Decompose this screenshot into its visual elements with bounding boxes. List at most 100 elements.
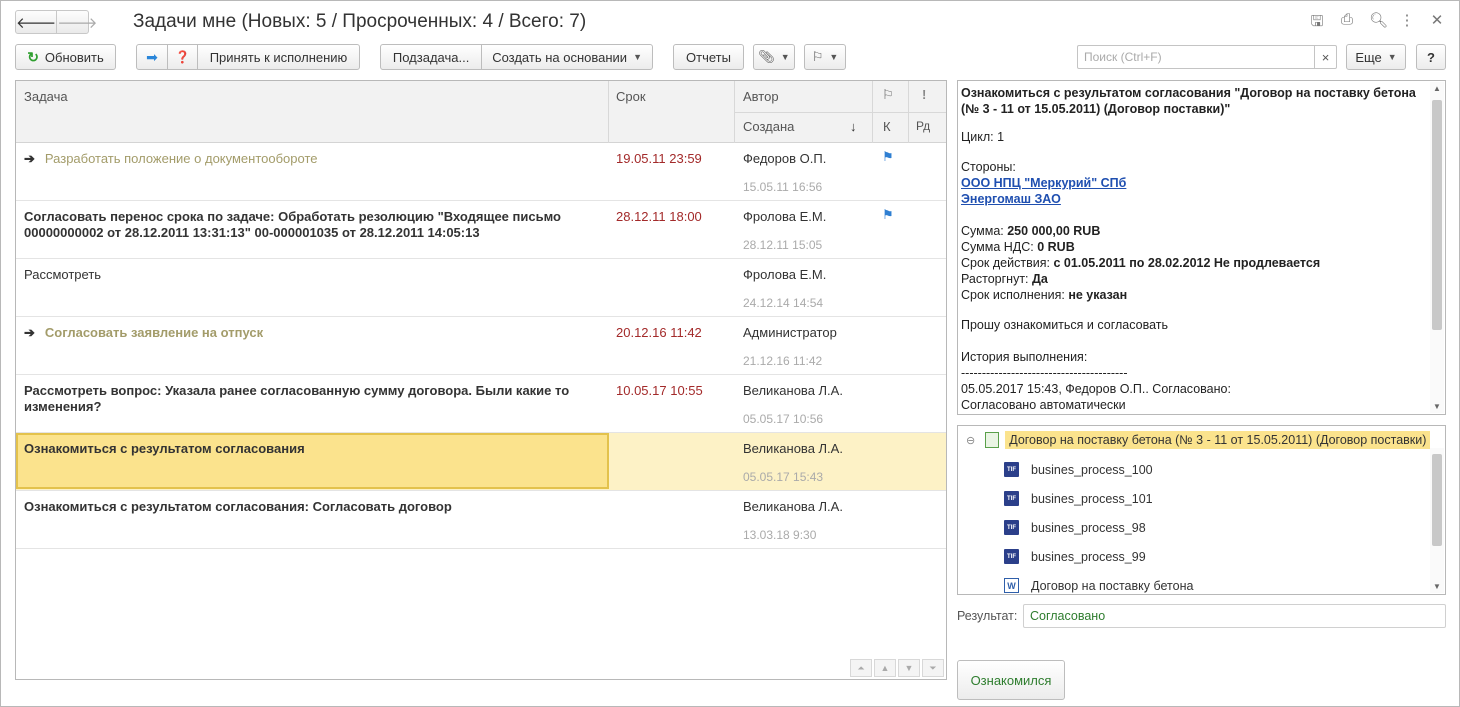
search-clear-button[interactable]: × bbox=[1314, 46, 1336, 68]
file-name: busines_process_101 bbox=[1031, 491, 1153, 506]
create-based-label: Создать на основании bbox=[492, 49, 628, 65]
created-cell: 28.12.11 15:05 bbox=[743, 238, 823, 252]
tif-file-icon: TIF bbox=[1004, 491, 1019, 506]
scrollbar-thumb[interactable] bbox=[1432, 100, 1442, 330]
due-cell: 20.12.16 11:42 bbox=[616, 325, 702, 340]
table-row[interactable]: ➔ Разработать положение о документооборот… bbox=[16, 143, 946, 201]
created-cell: 21.12.16 11:42 bbox=[743, 354, 823, 368]
file-name: Договор на поставку бетона bbox=[1031, 578, 1194, 593]
accept-button[interactable]: Принять к исполнению bbox=[197, 45, 359, 69]
column-header-author[interactable]: Автор bbox=[743, 89, 779, 104]
tree-root[interactable]: ⊖ Договор на поставку бетона (№ 3 - 11 о… bbox=[966, 431, 1431, 449]
scroll-down-icon[interactable]: ▼ bbox=[1430, 402, 1444, 411]
party-link[interactable]: ООО НПЦ "Меркурий" СПб bbox=[961, 176, 1126, 190]
scroll-up-icon[interactable]: ▲ bbox=[1430, 84, 1444, 93]
task-cell: Согласовать перенос срока по задаче: Обр… bbox=[24, 209, 604, 241]
column-header-control[interactable]: К bbox=[883, 119, 891, 134]
more-label: Еще bbox=[1355, 49, 1382, 65]
tif-file-icon: TIF bbox=[1004, 462, 1019, 477]
close-icon[interactable]: ✕ bbox=[1429, 11, 1445, 36]
flag-column-icon[interactable]: ⚐ bbox=[882, 87, 894, 103]
dropdown-caret-icon: ▼ bbox=[829, 52, 839, 62]
history-entry: 05.05.2017 15:43, Федоров О.П.. Согласов… bbox=[961, 382, 1231, 396]
table-row[interactable]: Рассмотреть вопрос: Указала ранее соглас… bbox=[16, 375, 946, 433]
file-item[interactable]: TIF busines_process_101 bbox=[1004, 491, 1153, 506]
scroll-down-icon[interactable]: ▼ bbox=[1430, 582, 1444, 591]
scroll-bottom-icon[interactable]: ⏷ bbox=[922, 659, 944, 677]
table-row[interactable]: Рассмотреть Фролова Е.М. 24.12.14 14:54 bbox=[16, 259, 946, 317]
task-title: Рассмотреть bbox=[24, 267, 102, 282]
scroll-top-icon[interactable]: ⏶ bbox=[850, 659, 872, 677]
column-header-rd[interactable]: Рд bbox=[916, 119, 930, 133]
scrollbar-thumb[interactable] bbox=[1432, 454, 1442, 546]
task-title: Рассмотреть вопрос: Указала ранее соглас… bbox=[24, 383, 570, 414]
file-item[interactable]: TIF busines_process_100 bbox=[1004, 462, 1153, 477]
result-field[interactable]: Согласовано bbox=[1023, 604, 1446, 628]
deadline-label: Срок исполнения: bbox=[961, 288, 1065, 302]
collapse-icon[interactable]: ⊖ bbox=[966, 434, 975, 447]
search-input[interactable]: Поиск (Ctrl+F) × bbox=[1077, 45, 1337, 69]
terminated-label: Расторгнут: bbox=[961, 272, 1029, 286]
refresh-button[interactable]: ↻ Обновить bbox=[15, 44, 116, 70]
column-header-due[interactable]: Срок bbox=[616, 89, 646, 104]
page-title: Задачи мне (Новых: 5 / Просроченных: 4 /… bbox=[133, 11, 587, 32]
column-header-importance[interactable]: ! bbox=[922, 87, 926, 102]
back-arrow-icon[interactable]: 🡐 bbox=[16, 11, 58, 33]
task-cell: Ознакомиться с результатом согласования bbox=[24, 441, 604, 457]
file-name: busines_process_100 bbox=[1031, 462, 1153, 477]
task-cell: Рассмотреть bbox=[24, 267, 604, 283]
attachments-button[interactable]: 📎︎ ▼ bbox=[753, 44, 795, 70]
dropdown-caret-icon: ▼ bbox=[1387, 52, 1397, 62]
more-button[interactable]: Еще ▼ bbox=[1346, 44, 1406, 70]
attachments-tree: ⊖ Договор на поставку бетона (№ 3 - 11 о… bbox=[957, 425, 1446, 595]
table-row[interactable]: Согласовать перенос срока по задаче: Обр… bbox=[16, 201, 946, 259]
author-cell: Администратор bbox=[743, 325, 837, 340]
acknowledge-button[interactable]: Ознакомился bbox=[957, 660, 1065, 700]
reports-label: Отчеты bbox=[686, 49, 731, 65]
task-description-panel: Ознакомиться с результатом согласования … bbox=[957, 80, 1446, 415]
forward-task-button[interactable]: ➡ bbox=[137, 45, 167, 69]
term-label: Срок действия: bbox=[961, 256, 1050, 270]
flag-icon[interactable]: ⚑ bbox=[882, 207, 894, 223]
flag-icon[interactable]: ⚑ bbox=[882, 149, 894, 165]
result-label: Результат: bbox=[957, 609, 1018, 623]
scroll-down-icon[interactable]: ▼ bbox=[898, 659, 920, 677]
more-vertical-icon[interactable]: ⋮ bbox=[1399, 11, 1415, 36]
description-scrollbar[interactable]: ▲ ▼ bbox=[1430, 82, 1444, 413]
deadline-value: не указан bbox=[1068, 288, 1128, 302]
created-cell: 15.05.11 16:56 bbox=[743, 180, 823, 194]
created-cell: 24.12.14 14:54 bbox=[743, 296, 824, 310]
history-label: История выполнения: bbox=[961, 350, 1088, 364]
table-row[interactable]: Ознакомиться с результатом согласования:… bbox=[16, 491, 946, 549]
column-divider bbox=[608, 81, 609, 143]
file-item[interactable]: TIF busines_process_98 bbox=[1004, 520, 1146, 535]
table-row[interactable]: Ознакомиться с результатом согласования В… bbox=[16, 433, 946, 491]
save-icon[interactable]: 🖫 bbox=[1309, 11, 1325, 36]
help-button[interactable]: ? bbox=[1416, 44, 1446, 70]
column-header-created[interactable]: Создана bbox=[743, 119, 794, 134]
author-cell: Фролова Е.М. bbox=[743, 209, 827, 224]
flag-button[interactable]: ⚐ ▼ bbox=[804, 44, 846, 70]
author-cell: Великанова Л.А. bbox=[743, 441, 843, 456]
scroll-up-icon[interactable]: ▲ bbox=[874, 659, 896, 677]
files-scrollbar[interactable]: ▼ bbox=[1430, 448, 1444, 593]
task-description: Ознакомиться с результатом согласования … bbox=[961, 85, 1426, 413]
table-row[interactable]: ➔ Согласовать заявление на отпуск 20.12.16… bbox=[16, 317, 946, 375]
create-based-button[interactable]: Создать на основании ▼ bbox=[481, 45, 652, 69]
history-note: Согласовано автоматически bbox=[961, 398, 1126, 412]
file-item[interactable]: W Договор на поставку бетона bbox=[1004, 578, 1193, 593]
print-icon[interactable]: ⎙ bbox=[1339, 11, 1355, 36]
subtask-group: Подзадача... Создать на основании ▼ bbox=[380, 44, 653, 70]
party-link[interactable]: Энергомаш ЗАО bbox=[961, 192, 1061, 206]
file-item[interactable]: TIF busines_process_99 bbox=[1004, 549, 1146, 564]
ask-question-button[interactable]: ❓ bbox=[167, 45, 197, 69]
preview-icon[interactable]: 🔍︎ bbox=[1369, 11, 1388, 36]
column-header-task[interactable]: Задача bbox=[24, 89, 68, 104]
sort-descending-icon: ↓ bbox=[850, 119, 857, 134]
subtask-button[interactable]: Подзадача... bbox=[381, 45, 481, 69]
refresh-icon: ↻ bbox=[27, 48, 39, 65]
reports-button[interactable]: Отчеты bbox=[673, 44, 744, 70]
forward-arrow-icon[interactable]: 🡒 bbox=[57, 11, 97, 33]
window-icons: 🖫 ⎙ 🔍︎ ⋮ ✕ bbox=[1309, 11, 1445, 36]
history-separator: ---------------------------------------- bbox=[961, 366, 1128, 380]
